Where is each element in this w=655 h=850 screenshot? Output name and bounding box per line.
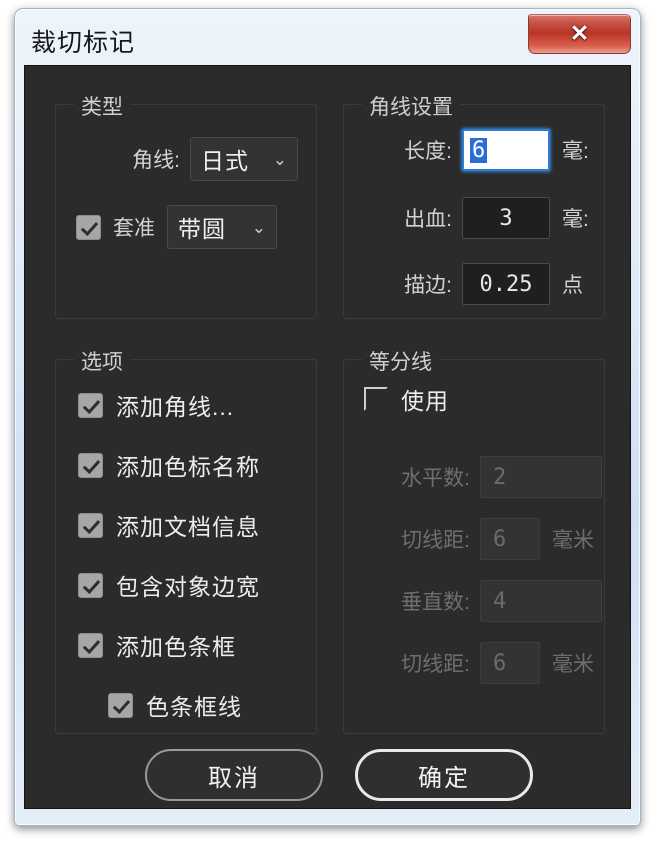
- group-divider-title: 等分线: [362, 346, 439, 376]
- stroke-unit: 点: [562, 274, 583, 297]
- option-label: 添加角线...: [116, 394, 235, 420]
- chevron-down-icon: ⌄: [272, 149, 287, 169]
- divider-enable-checkbox[interactable]: [364, 387, 388, 411]
- vertical-gap-unit: 毫米: [552, 653, 594, 676]
- option-label: 色条框线: [146, 694, 242, 720]
- checkbox[interactable]: [108, 692, 133, 718]
- group-options: 选项 添加角线... 添加色标名称 添加文档信息 包含对象边宽 添加色条框 色条…: [55, 346, 317, 734]
- vertical-count-input[interactable]: 4: [480, 580, 602, 622]
- length-label: 长度:: [404, 140, 452, 163]
- registration-label: 套准: [113, 217, 155, 240]
- checkbox[interactable]: [78, 572, 103, 598]
- dialog-window: 裁切标记 ✕ 类型 角线: 日式 ⌄ 套准 带圆 ⌄ 角线设置 长度: 6 毫:…: [14, 8, 641, 826]
- option-label: 添加色标名称: [116, 454, 260, 480]
- option-add-corner-marks[interactable]: 添加角线...: [78, 388, 234, 422]
- bleed-unit: 毫:: [562, 208, 589, 231]
- checkbox[interactable]: [78, 452, 103, 478]
- group-divider-lines: 等分线 使用 水平数: 2 切线距: 6 毫米 垂直数: 4 切线距: 6 毫米: [343, 346, 605, 734]
- option-label: 添加色条框: [116, 634, 236, 660]
- registration-checkbox[interactable]: [76, 214, 101, 240]
- registration-row: 套准 带圆 ⌄: [76, 205, 306, 249]
- bleed-input[interactable]: 3: [462, 197, 550, 239]
- checkbox[interactable]: [78, 512, 103, 538]
- vertical-count-row: 垂直数: 4: [358, 580, 602, 622]
- checkbox[interactable]: [78, 632, 103, 658]
- length-input[interactable]: 6: [462, 129, 550, 171]
- option-add-color-bar[interactable]: 添加色条框: [78, 628, 236, 662]
- option-label: 添加文档信息: [116, 514, 260, 540]
- group-corner-title: 角线设置: [362, 91, 460, 121]
- vertical-count-label: 垂直数:: [401, 591, 470, 614]
- bleed-row: 出血: 3 毫:: [360, 197, 589, 239]
- stroke-input[interactable]: 0.25: [462, 263, 550, 305]
- divider-enable-label: 使用: [401, 388, 449, 414]
- length-unit: 毫:: [562, 140, 589, 163]
- registration-value: 带圆: [178, 216, 226, 242]
- dialog-body: 类型 角线: 日式 ⌄ 套准 带圆 ⌄ 角线设置 长度: 6 毫: 出血: 3 …: [24, 65, 631, 809]
- horizontal-count-input[interactable]: 2: [480, 456, 602, 498]
- option-add-doc-info[interactable]: 添加文档信息: [78, 508, 260, 542]
- title-bar: 裁切标记 ✕: [15, 9, 640, 65]
- length-row: 长度: 6 毫:: [360, 129, 589, 171]
- stroke-row: 描边: 0.25 点: [360, 263, 583, 305]
- length-value: 6: [470, 137, 488, 163]
- bleed-label: 出血:: [404, 208, 452, 231]
- vertical-gap-row: 切线距: 6 毫米: [358, 642, 594, 684]
- registration-dropdown[interactable]: 带圆 ⌄: [167, 205, 277, 249]
- horizontal-count-label: 水平数:: [401, 467, 470, 490]
- horizontal-gap-unit: 毫米: [552, 529, 594, 552]
- corner-style-value: 日式: [201, 148, 249, 174]
- group-type-title: 类型: [74, 91, 130, 121]
- option-include-object-width[interactable]: 包含对象边宽: [78, 568, 260, 602]
- cancel-button[interactable]: 取消: [145, 749, 323, 801]
- vertical-gap-label: 切线距:: [401, 653, 470, 676]
- stroke-label: 描边:: [404, 274, 452, 297]
- group-type: 类型 角线: 日式 ⌄ 套准 带圆 ⌄: [55, 91, 317, 319]
- page-title: 裁切标记: [31, 29, 136, 57]
- vertical-gap-input[interactable]: 6: [480, 642, 540, 684]
- corner-style-dropdown[interactable]: 日式 ⌄: [190, 137, 298, 181]
- horizontal-count-row: 水平数: 2: [358, 456, 602, 498]
- checkbox[interactable]: [78, 392, 103, 418]
- option-add-color-names[interactable]: 添加色标名称: [78, 448, 260, 482]
- close-icon: ✕: [569, 21, 590, 46]
- chevron-down-icon: ⌄: [251, 217, 266, 237]
- ok-button[interactable]: 确定: [355, 749, 533, 801]
- horizontal-gap-row: 切线距: 6 毫米: [358, 518, 594, 560]
- option-color-bar-border[interactable]: 色条框线: [108, 688, 242, 722]
- divider-enable-row[interactable]: 使用: [364, 382, 449, 416]
- close-button[interactable]: ✕: [528, 14, 631, 54]
- horizontal-gap-label: 切线距:: [401, 529, 470, 552]
- group-corner-settings: 角线设置 长度: 6 毫: 出血: 3 毫: 描边: 0.25 点: [343, 91, 605, 319]
- option-label: 包含对象边宽: [116, 574, 260, 600]
- corner-style-label: 角线:: [132, 149, 180, 172]
- corner-style-row: 角线: 日式 ⌄: [76, 137, 298, 181]
- horizontal-gap-input[interactable]: 6: [480, 518, 540, 560]
- group-options-title: 选项: [74, 346, 130, 376]
